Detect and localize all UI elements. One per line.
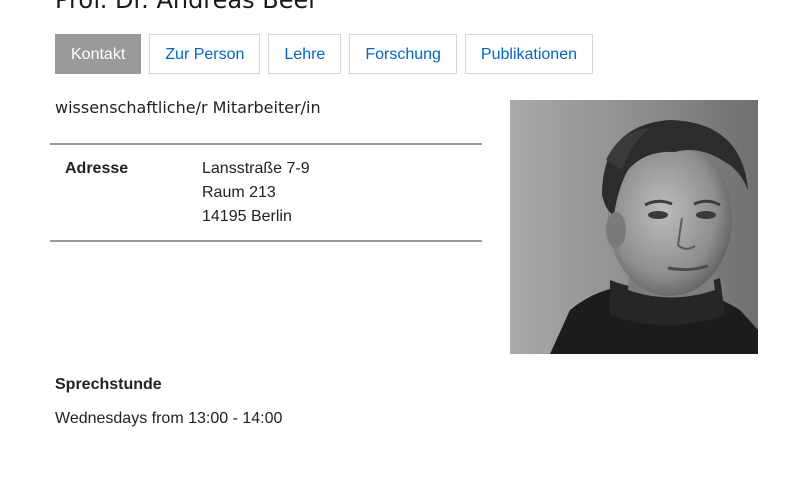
role-text: wissenschaftliche/r Mitarbeiter/in [55, 98, 321, 117]
office-hours-heading: Sprechstunde [55, 376, 162, 393]
profile-photo [510, 100, 758, 354]
tab-kontakt[interactable]: Kontakt [55, 34, 142, 74]
tab-forschung[interactable]: Forschung [349, 34, 457, 74]
office-hours-text: Wednesdays from 13:00 - 14:00 [55, 410, 283, 427]
tab-zur-person[interactable]: Zur Person [149, 34, 261, 74]
profile-tabs: Kontakt Zur Person Lehre Forschung Publi… [55, 34, 593, 74]
address-value: Lansstraße 7-9 Raum 213 14195 Berlin [202, 157, 310, 229]
address-label: Adresse [65, 160, 129, 177]
address-street: Lansstraße 7-9 [202, 160, 310, 177]
page-title: Prof. Dr. Andreas Beer [55, 0, 319, 14]
address-room: Raum 213 [202, 184, 276, 201]
tab-publikationen[interactable]: Publikationen [464, 34, 593, 74]
profile-page: Prof. Dr. Andreas Beer Kontakt Zur Perso… [0, 0, 796, 500]
tab-lehre[interactable]: Lehre [268, 34, 342, 74]
address-table: Adresse Lansstraße 7-9 Raum 213 14195 Be… [50, 143, 482, 242]
address-city: 14195 Berlin [202, 208, 292, 225]
